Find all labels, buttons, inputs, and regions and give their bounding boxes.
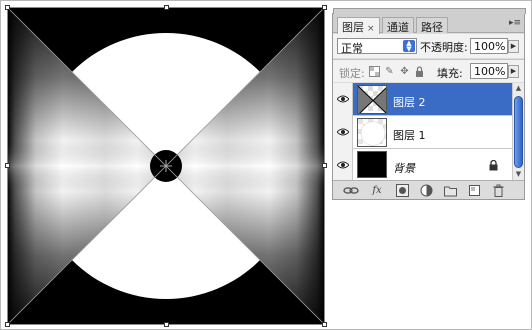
opacity-value: 100%	[474, 40, 506, 53]
layers-panel: 图层 × 通道 路径 ▸≡ 正常 ▲ ▼ 不透明度: 100% ▶ 锁定: ✎ ✥ …	[332, 8, 526, 200]
layers-list: 图层 2 图层 1 背景	[333, 83, 512, 180]
tab-close-icon[interactable]: ×	[367, 24, 375, 34]
visibility-toggle[interactable]	[333, 83, 353, 116]
blend-mode-select[interactable]: 正常 ▲ ▼	[337, 38, 417, 55]
fill-input[interactable]: 100% ▶	[470, 63, 519, 79]
eye-icon	[337, 95, 349, 103]
trash-icon[interactable]	[491, 184, 505, 197]
transform-handle-top-right[interactable]	[322, 5, 327, 10]
visibility-toggle[interactable]	[333, 149, 353, 180]
lock-icon	[489, 160, 498, 171]
layer-row-2[interactable]: 图层 2	[333, 83, 512, 116]
lock-position-icon[interactable]: ✥	[399, 66, 410, 77]
layer-row-1[interactable]: 图层 1	[333, 116, 512, 149]
fx-icon[interactable]: fx	[369, 184, 385, 197]
lock-all-icon[interactable]	[414, 66, 425, 77]
blend-mode-value: 正常	[341, 42, 363, 55]
eye-icon	[337, 128, 349, 136]
layer-thumbnail	[357, 151, 387, 178]
tab-label: 图层	[342, 21, 364, 34]
tab-paths[interactable]: 路径	[416, 17, 448, 34]
panel-menu-icon[interactable]: ▸≡	[509, 18, 521, 29]
layer-name: 背景	[393, 162, 415, 175]
panel-footer: fx	[333, 180, 524, 199]
scroll-thumb[interactable]	[514, 96, 523, 168]
lock-label: 锁定:	[339, 67, 365, 80]
new-layer-icon[interactable]	[467, 184, 481, 197]
transform-handle-bottom-right[interactable]	[322, 322, 327, 327]
lock-fill-row: 锁定: ✎ ✥ 填充: 100% ▶	[333, 59, 524, 82]
select-arrows-icon: ▲ ▼	[403, 40, 415, 53]
link-icon[interactable]	[343, 184, 359, 197]
mask-icon[interactable]	[395, 184, 409, 197]
opacity-label: 不透明度:	[420, 41, 468, 54]
fill-label: 填充:	[437, 67, 463, 80]
layer-name: 图层 1	[393, 129, 426, 142]
opacity-arrow-icon[interactable]: ▶	[508, 40, 519, 53]
layer-name: 图层 2	[393, 96, 426, 109]
canvas-artwork	[7, 7, 325, 325]
tab-label: 路径	[421, 21, 443, 34]
blend-opacity-row: 正常 ▲ ▼ 不透明度: 100% ▶	[333, 34, 524, 58]
layers-scrollbar[interactable]: ▲ ▼	[512, 83, 524, 180]
scroll-up-icon[interactable]: ▲	[513, 83, 524, 94]
layer-thumbnail	[357, 85, 387, 114]
fill-value: 100%	[474, 65, 506, 78]
scroll-down-icon[interactable]: ▼	[513, 169, 524, 180]
eye-icon	[337, 161, 349, 169]
tab-layers[interactable]: 图层 ×	[337, 17, 380, 34]
adjustment-icon[interactable]	[419, 184, 433, 197]
layer-row-background[interactable]: 背景	[333, 149, 512, 180]
fill-arrow-icon[interactable]: ▶	[508, 65, 519, 78]
group-icon[interactable]	[443, 184, 457, 197]
document-canvas[interactable]	[7, 7, 325, 325]
transform-handle-middle-right[interactable]	[322, 163, 327, 168]
transform-handle-bottom-left[interactable]	[5, 322, 10, 327]
transform-handle-middle-left[interactable]	[5, 163, 10, 168]
transform-handle-top-middle[interactable]	[164, 5, 169, 10]
transform-handle-top-left[interactable]	[5, 5, 10, 10]
lock-pixels-icon[interactable]: ✎	[384, 66, 395, 77]
lock-transparency-icon[interactable]	[369, 66, 380, 77]
panel-tabs: 图层 × 通道 路径 ▸≡	[333, 14, 524, 34]
tab-channels[interactable]: 通道	[382, 17, 414, 34]
tab-label: 通道	[387, 21, 409, 34]
opacity-input[interactable]: 100% ▶	[470, 38, 519, 54]
transform-handle-bottom-middle[interactable]	[164, 322, 169, 327]
layer-thumbnail	[357, 118, 387, 147]
visibility-toggle[interactable]	[333, 116, 353, 149]
